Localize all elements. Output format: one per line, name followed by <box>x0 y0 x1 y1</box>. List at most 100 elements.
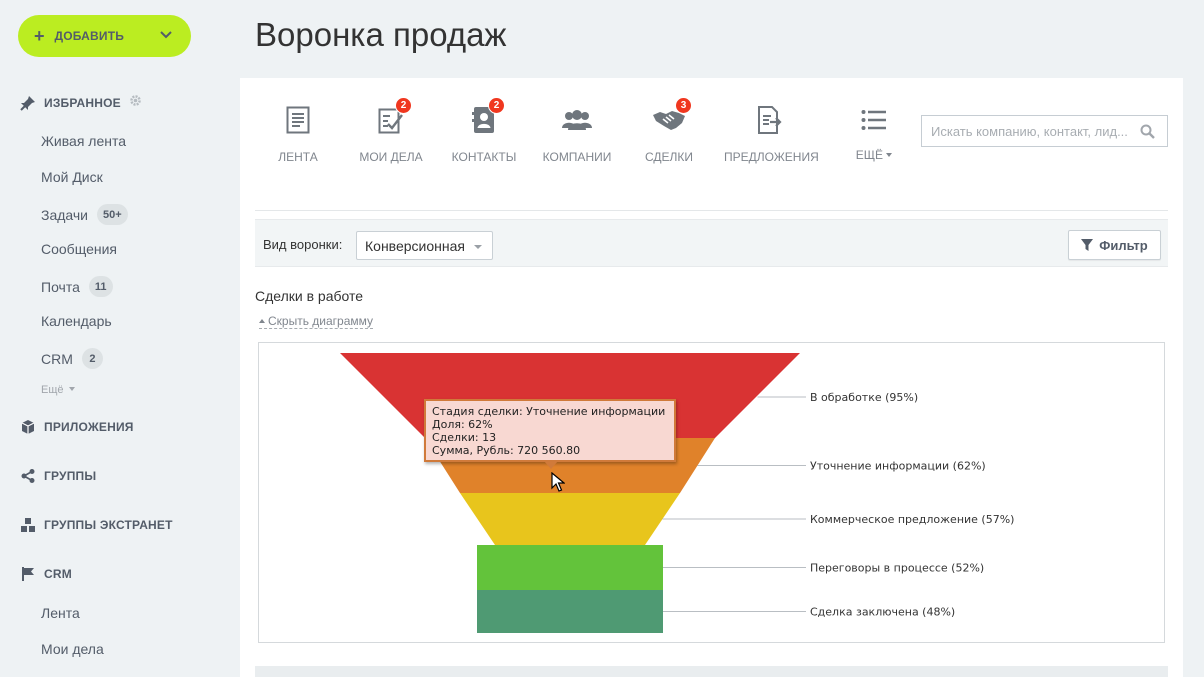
counter-badge: 2 <box>395 97 412 114</box>
tooltip-stage: Стадия сделки: Уточнение информации <box>432 405 666 418</box>
add-button-label: ДОБАВИТЬ <box>54 29 125 43</box>
tooltip-deals: Сделки: 13 <box>432 431 497 444</box>
toolbar-item-label: ЕЩЁ <box>854 148 894 162</box>
sidebar-item-label: Задачи <box>41 206 89 223</box>
sidebar-item-label: Лента <box>41 605 80 621</box>
crm-section[interactable]: CRM <box>20 566 72 582</box>
cube-icon <box>20 419 36 435</box>
dropdown-arrow-icon <box>474 245 482 249</box>
plus-icon: + <box>34 26 45 46</box>
toolbar-item-label: КОНТАКТЫ <box>451 150 517 164</box>
toolbar-item-contacts[interactable]: 2 КОНТАКТЫ <box>448 97 520 164</box>
tooltip-share: Доля: 62% <box>432 418 493 431</box>
bottom-section-strip <box>255 666 1168 677</box>
filter-button-label: Фильтр <box>1099 237 1148 253</box>
apps-section[interactable]: ПРИЛОЖЕНИЯ <box>20 419 134 435</box>
tasks-icon: 2 <box>376 97 412 136</box>
caret-up-icon <box>259 319 265 323</box>
add-button[interactable]: + ДОБАВИТЬ <box>18 15 191 57</box>
main-panel: ЛЕНТА 2 МОИ ДЕЛА 2 КОНТАКТЫ КОМПАНИИ 3 С… <box>240 78 1183 677</box>
funnel-stage-label: Переговоры в процессе (52%) <box>810 562 984 575</box>
funnel-type-select[interactable]: Конверсионная <box>356 231 493 260</box>
sidebar-item-live-feed[interactable]: Живая лента <box>41 133 126 149</box>
counter-badge: 2 <box>488 97 505 114</box>
extranet-label: ГРУППЫ ЭКСТРАНЕТ <box>44 518 173 532</box>
caret-down-icon <box>886 153 893 157</box>
groups-section[interactable]: ГРУППЫ <box>20 468 96 484</box>
deals-icon: 3 <box>652 97 692 136</box>
page-title: Воронка продаж <box>255 16 507 53</box>
pin-icon <box>20 95 36 111</box>
sidebar-item-label: CRM <box>41 350 73 367</box>
counter-badge: 3 <box>675 97 692 114</box>
sidebar-item-mail[interactable]: Почта 11 <box>41 276 113 297</box>
funnel-type-value: Конверсионная <box>365 237 465 254</box>
toolbar-item-label: МОИ ДЕЛА <box>359 150 423 164</box>
funnel-segment-4[interactable] <box>477 545 663 590</box>
funnel-segment-5[interactable] <box>477 590 663 633</box>
extranet-icon <box>20 517 36 533</box>
sidebar-more-link[interactable]: Ещё <box>41 384 75 396</box>
hide-chart-label: Скрыть диаграмму <box>268 314 374 328</box>
sidebar-item-crm-feed[interactable]: Лента <box>41 605 80 621</box>
sidebar-item-label: Живая лента <box>41 133 127 149</box>
groups-label: ГРУППЫ <box>44 469 97 483</box>
gear-icon[interactable] <box>129 94 142 112</box>
sidebar-item-label: Мои дела <box>41 641 104 657</box>
funnel-type-label: Вид воронки: <box>263 237 343 252</box>
filter-button[interactable]: Фильтр <box>1068 230 1161 260</box>
hide-chart-link[interactable]: Скрыть диаграмму <box>259 314 374 329</box>
divider <box>255 210 1168 211</box>
funnel-stage-label: Сделка заключена (48%) <box>810 606 955 619</box>
contacts-icon: 2 <box>469 97 505 136</box>
search-input[interactable] <box>922 117 1132 145</box>
toolbar-item-companies[interactable]: КОМПАНИИ <box>541 104 613 164</box>
toolbar-item-my-tasks[interactable]: 2 МОИ ДЕЛА <box>356 97 426 164</box>
crm-toolbar: ЛЕНТА 2 МОИ ДЕЛА 2 КОНТАКТЫ КОМПАНИИ 3 С… <box>240 78 1183 208</box>
sidebar-item-crm[interactable]: CRM 2 <box>41 348 103 369</box>
counter-badge: 2 <box>81 348 103 369</box>
sidebar-item-label: Календарь <box>41 313 112 329</box>
filter-bar: Вид воронки: Конверсионная Фильтр <box>255 219 1168 267</box>
share-icon <box>20 468 36 484</box>
flag-icon <box>20 566 36 582</box>
toolbar-item-label: КОМПАНИИ <box>542 150 612 164</box>
caret-down-icon <box>68 387 75 391</box>
more-label: ЕЩЁ <box>855 148 883 162</box>
toolbar-item-feed[interactable]: ЛЕНТА <box>278 104 318 164</box>
deals-in-progress-title: Сделки в работе <box>255 288 364 304</box>
apps-label: ПРИЛОЖЕНИЯ <box>44 420 134 434</box>
toolbar-item-more[interactable]: ЕЩЁ <box>854 104 894 162</box>
more-list-icon <box>859 104 889 136</box>
feed-icon <box>283 104 313 136</box>
search-box[interactable] <box>921 115 1168 147</box>
sidebar-item-calendar[interactable]: Календарь <box>41 313 112 329</box>
companies-icon <box>560 104 594 136</box>
chevron-down-icon[interactable] <box>159 28 173 47</box>
funnel-stage-label: В обработке (95%) <box>810 391 918 404</box>
left-sidebar: + ДОБАВИТЬ ИЗБРАННОЕ Живая лента Мой Дис… <box>0 0 240 677</box>
counter-badge: 50+ <box>97 204 128 225</box>
crm-label: CRM <box>44 567 72 581</box>
toolbar-item-label: СДЕЛКИ <box>644 150 694 164</box>
favorites-section[interactable]: ИЗБРАННОЕ <box>20 94 142 112</box>
toolbar-item-quotes[interactable]: ПРЕДЛОЖЕНИЯ <box>724 104 819 164</box>
toolbar-item-label: ПРЕДЛОЖЕНИЯ <box>724 150 819 164</box>
funnel-segment-3[interactable] <box>460 493 680 545</box>
sidebar-more-label: Ещё <box>41 384 64 396</box>
extranet-section[interactable]: ГРУППЫ ЭКСТРАНЕТ <box>20 517 173 533</box>
funnel-chart-svg: В обработке (95%) Уточнение информации (6… <box>340 353 1014 633</box>
sidebar-item-messages[interactable]: Сообщения <box>41 241 117 257</box>
sidebar-item-label: Почта <box>41 278 80 295</box>
funnel-chart: В обработке (95%) Уточнение информации (6… <box>258 342 1165 643</box>
counter-badge: 11 <box>88 276 113 297</box>
sidebar-item-my-disk[interactable]: Мой Диск <box>41 169 103 185</box>
favorites-label: ИЗБРАННОЕ <box>44 96 121 110</box>
toolbar-item-deals[interactable]: 3 СДЕЛКИ <box>642 97 696 164</box>
sidebar-item-label: Сообщения <box>41 241 117 257</box>
tooltip-sum: Сумма, Рубль: 720 560.80 <box>432 444 581 457</box>
sidebar-item-tasks[interactable]: Задачи 50+ <box>41 204 128 225</box>
search-icon[interactable] <box>1140 124 1155 144</box>
quotes-icon <box>755 104 785 136</box>
sidebar-item-crm-my-tasks[interactable]: Мои дела <box>41 641 104 657</box>
